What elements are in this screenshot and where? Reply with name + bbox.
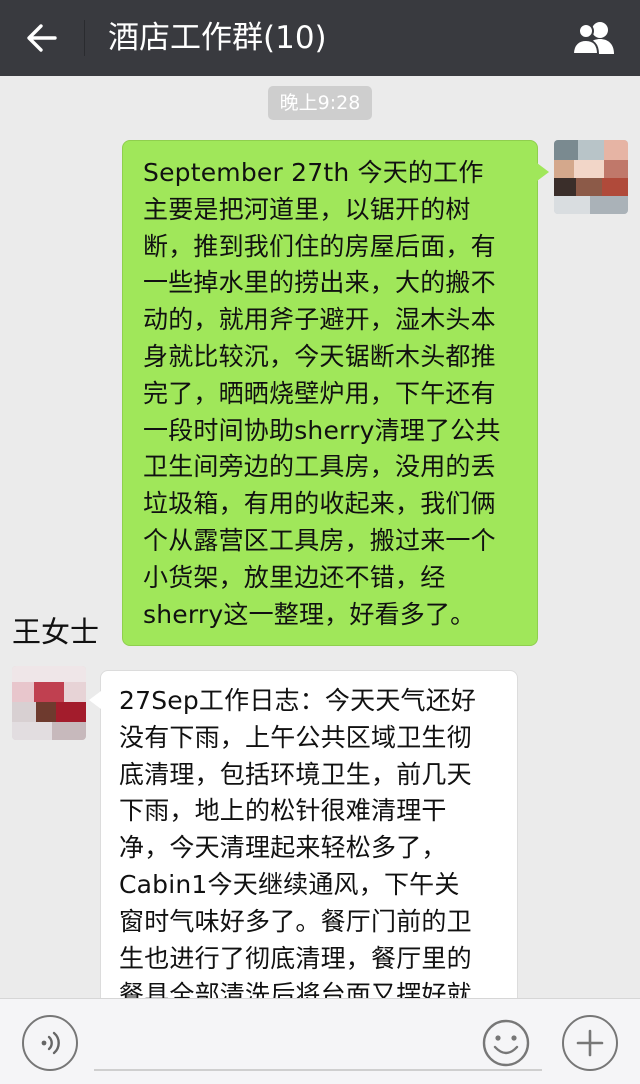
avatar[interactable] — [12, 666, 86, 740]
message-line: 小货架，放里边还不错，经 — [143, 562, 446, 592]
message-line: 断，推到我们住的房屋后面，有 — [143, 231, 496, 261]
message-line: 净，今天清理起来轻松多了， — [119, 833, 447, 863]
group-members-icon — [571, 22, 614, 55]
header-divider — [84, 20, 85, 56]
chat-title: 酒店工作群(10) — [108, 20, 327, 56]
message-line: September 27th 今天的工作 — [143, 158, 484, 187]
arrow-left-icon — [27, 24, 57, 52]
message-line: 下雨，地上的松针很难清理干 — [119, 796, 447, 826]
input-bar — [0, 998, 640, 1084]
message-line: 没有下雨，上午公共区域卫生彻 — [119, 722, 472, 752]
back-button[interactable] — [18, 14, 66, 62]
message-line: 垃圾箱，有用的收起来，我们俩 — [143, 489, 496, 519]
voice-icon — [41, 1031, 60, 1055]
message-line: 生也进行了彻底清理，餐厅里的 — [119, 943, 472, 973]
message-line: sherry这一整理，好看多了。 — [143, 599, 476, 629]
message-line: Cabin1今天继续通风，下午关 — [119, 869, 460, 899]
message-line: 窗时气味好多了。餐厅门前的卫 — [119, 906, 472, 936]
voice-button[interactable] — [22, 1015, 78, 1071]
message-line: 底清理，包括环境卫生，前几天 — [119, 759, 472, 789]
message-timestamp: 晚上9:28 — [268, 86, 372, 120]
chat-header: 酒店工作群(10) — [0, 0, 640, 76]
message-line: 卫生间旁边的工具房，没用的丢 — [143, 452, 496, 482]
plus-icon — [576, 1029, 604, 1057]
message-line: 主要是把河道里，以锯开的树 — [143, 194, 471, 224]
message-line: 一些掉水里的捞出来，大的搬不 — [143, 268, 496, 298]
message-line: 27Sep工作日志：今天天气还好 — [119, 686, 477, 715]
message-line: 完了，晒晒烧壁炉用，下午还有 — [143, 378, 496, 408]
emoji-icon — [482, 1019, 530, 1067]
message-line: 一段时间协助sherry清理了公共 — [143, 415, 501, 445]
message-input[interactable] — [94, 1011, 542, 1071]
message-line: 动的，就用斧子避开，湿木头本 — [143, 305, 496, 335]
emoji-button[interactable] — [478, 1015, 534, 1071]
chat-message-list[interactable]: 晚上9:28 September 27th 今天的工作 主要是把河道里，以锯开的… — [0, 76, 640, 998]
avatar[interactable] — [554, 140, 628, 214]
message-line: 个从露营区工具房，搬过来一个 — [143, 525, 496, 555]
group-members-button[interactable] — [570, 16, 618, 60]
more-button[interactable] — [562, 1015, 618, 1071]
sender-name: 王女士 — [12, 615, 100, 649]
message-line: 身就比较沉，今天锯断木头都推 — [143, 341, 496, 371]
message-bubble-other[interactable]: 27Sep工作日志：今天天气还好 没有下雨，上午公共区域卫生彻 底清理，包括环境… — [89, 670, 518, 998]
message-bubble-self[interactable]: September 27th 今天的工作 主要是把河道里，以锯开的树 断，推到我… — [122, 140, 549, 646]
message-line: 餐具全部清洗后将台面又摆好就 — [119, 980, 472, 998]
